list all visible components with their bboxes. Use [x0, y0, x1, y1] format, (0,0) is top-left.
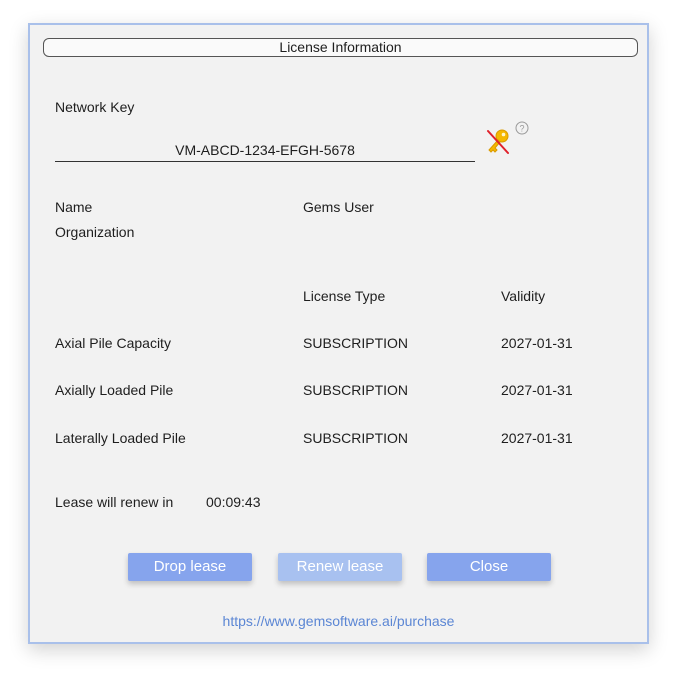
validity-date: 2027-01-31 — [501, 382, 573, 398]
lease-countdown: 00:09:43 — [206, 494, 261, 510]
organization-label: Organization — [55, 224, 135, 240]
product-name: Axially Loaded Pile — [55, 382, 174, 398]
renew-lease-button[interactable]: Renew lease — [278, 553, 402, 581]
product-name: Laterally Loaded Pile — [55, 430, 186, 446]
svg-text:?: ? — [519, 124, 524, 134]
close-button[interactable]: Close — [427, 553, 551, 581]
drop-lease-button[interactable]: Drop lease — [128, 553, 252, 581]
license-type: SUBSCRIPTION — [303, 430, 409, 446]
validity-date: 2027-01-31 — [501, 430, 573, 446]
help-icon[interactable]: ? — [515, 121, 529, 135]
column-header-validity: Validity — [501, 288, 546, 304]
license-type: SUBSCRIPTION — [303, 382, 409, 398]
network-key-label: Network Key — [55, 99, 135, 115]
lease-renew-label: Lease will renew in — [55, 494, 174, 510]
product-name: Axial Pile Capacity — [55, 335, 171, 351]
network-key-field[interactable]: VM-ABCD-1234-EFGH-5678 — [55, 139, 475, 162]
name-value: Gems User — [303, 199, 374, 215]
purchase-link[interactable]: https://www.gemsoftware.ai/purchase — [30, 612, 647, 630]
key-disabled-icon[interactable] — [485, 128, 511, 156]
validity-date: 2027-01-31 — [501, 335, 573, 351]
license-type: SUBSCRIPTION — [303, 335, 409, 351]
column-header-license-type: License Type — [303, 288, 386, 304]
license-dialog: License Information Network Key VM-ABCD-… — [28, 23, 649, 644]
dialog-title: License Information — [43, 38, 638, 57]
name-label: Name — [55, 199, 93, 215]
